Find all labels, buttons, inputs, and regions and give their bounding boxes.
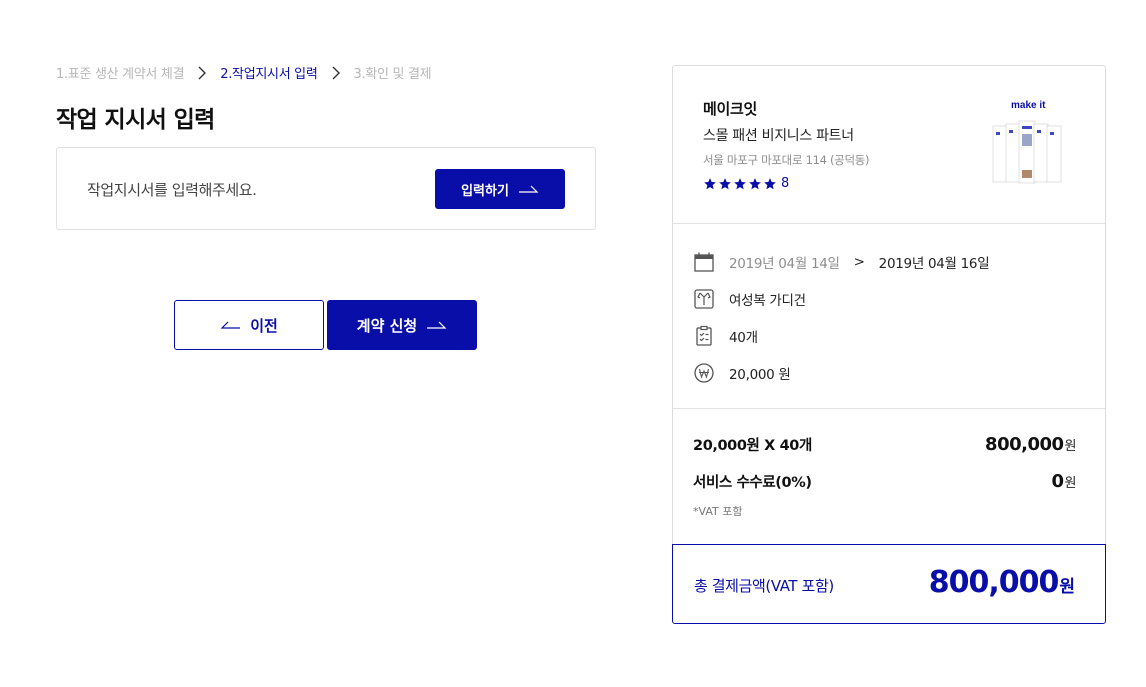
total-value: 800,000: [928, 565, 1060, 600]
enter-button-label: 입력하기: [461, 183, 509, 199]
subtotal-amount: 800,000원: [985, 434, 1076, 455]
prev-button[interactable]: 이전: [174, 300, 324, 350]
seller-rating: 8: [703, 176, 869, 191]
star-icon: [704, 177, 716, 189]
date-range-arrow: >: [853, 254, 865, 270]
enter-work-order-button[interactable]: 입력하기: [435, 169, 565, 209]
subtotal-value: 800,000: [985, 434, 1064, 455]
star-icon: [749, 177, 761, 189]
total-unit: 원: [1059, 577, 1075, 597]
breadcrumb: 1.표준 생산 계약서 체결 2.작업지시서 입력 3.확인 및 결제: [56, 63, 432, 82]
total-label: 총 결제금액(VAT 포함): [694, 577, 834, 595]
unit-price-row: 20,000 원: [693, 362, 791, 384]
step-contract: 1.표준 생산 계약서 체결: [56, 67, 185, 82]
work-order-input-card: 작업지시서를 입력해주세요. 입력하기: [56, 147, 596, 230]
thumb-title: make it: [1011, 100, 1046, 111]
chevron-right-icon: [318, 66, 354, 80]
won-coin-icon: [693, 362, 715, 384]
clipboard-check-icon: [693, 325, 715, 347]
star-icon: [719, 177, 731, 189]
service-fee-label: 서비스 수수료(0%): [693, 475, 812, 491]
service-fee-row: 서비스 수수료(0%) 0원: [693, 471, 1077, 492]
order-dates-row: 2019년 04월 14일 > 2019년 04월 16일: [693, 251, 990, 273]
star-icon: [734, 177, 746, 189]
product-row: 여성복 가디건: [693, 288, 806, 310]
work-order-prompt: 작업지시서를 입력해주세요.: [87, 181, 257, 199]
apply-contract-button[interactable]: 계약 신청: [327, 300, 477, 350]
prev-button-label: 이전: [250, 316, 278, 335]
page-title: 작업 지시서 입력: [56, 107, 215, 133]
service-fee-value: 0: [1051, 471, 1065, 492]
unit-price-value: 20,000 원: [729, 367, 791, 383]
subtotal-row: 20,000원 X 40개 800,000원: [693, 434, 1077, 455]
seller-address: 서울 마포구 마포대로 114 (공덕동): [703, 153, 870, 167]
arrow-right-icon: [427, 321, 447, 329]
chevron-right-icon: [184, 66, 220, 80]
quantity-value: 40개: [729, 330, 758, 346]
seller-portfolio-thumbnail: make it: [992, 100, 1062, 184]
service-fee-amount: 0원: [1052, 471, 1077, 492]
arrow-right-icon: [518, 185, 539, 193]
step-confirm-payment: 3.확인 및 결제: [353, 67, 432, 82]
total-amount: 800,000 원: [929, 565, 1075, 600]
rating-count: 8: [781, 176, 790, 191]
calendar-icon: [693, 251, 715, 273]
quantity-row: 40개: [693, 325, 758, 347]
currency-unit: 원: [1064, 476, 1077, 491]
total-payment-box: 총 결제금액(VAT 포함) 800,000 원: [672, 544, 1106, 624]
divider: [673, 408, 1105, 409]
order-summary-panel: 메이크잇 스몰 패션 비지니스 파트너 서울 마포구 마포대로 114 (공덕동…: [672, 65, 1106, 545]
apply-button-label: 계약 신청: [356, 316, 418, 335]
subtotal-label: 20,000원 X 40개: [693, 438, 812, 454]
end-date: 2019년 04월 16일: [878, 256, 990, 272]
currency-unit: 원: [1064, 439, 1077, 454]
vat-note: *VAT 포함: [693, 505, 743, 518]
garment-icon: [693, 288, 715, 310]
star-icon: [764, 177, 776, 189]
step-work-order: 2.작업지시서 입력: [220, 67, 318, 82]
arrow-left-icon: [220, 321, 241, 329]
seller-description: 스몰 패션 비지니스 파트너: [703, 128, 854, 144]
divider: [673, 223, 1105, 224]
seller-name: 메이크잇: [703, 100, 758, 118]
seller-info: 메이크잇 스몰 패션 비지니스 파트너 서울 마포구 마포대로 114 (공덕동…: [703, 98, 870, 191]
product-name: 여성복 가디건: [729, 293, 806, 309]
start-date: 2019년 04월 14일: [729, 256, 840, 272]
